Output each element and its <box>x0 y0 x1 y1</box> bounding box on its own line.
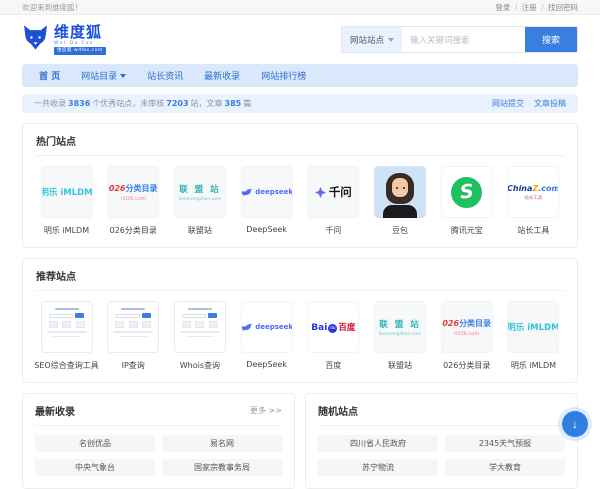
auth-links: 登录 / 注册 / 找回密码 <box>495 2 578 13</box>
list-item[interactable]: 2345天气预报 <box>445 435 565 452</box>
stats-bar: 一共收录3836个优秀站点，未审核7203站，文章385篇 网站提交 文章投稿 <box>22 94 578 113</box>
nav-item-latest[interactable]: 最新收录 <box>204 69 240 82</box>
qianwen-star-icon <box>315 187 326 198</box>
hot-sites-section: 热门站点 明乐 iMLDM 明乐 iMLDM 026分类目录 n026.com … <box>22 123 578 248</box>
hot-sites-title: 热门站点 <box>36 133 76 148</box>
search-bar: 网站站点 搜索 <box>341 26 578 53</box>
list-item[interactable]: 易名网 <box>162 435 282 452</box>
auth-separator: / <box>541 3 544 12</box>
submit-site-link[interactable]: 网站提交 <box>492 98 524 109</box>
sites-count: 3836 <box>68 99 90 108</box>
register-link[interactable]: 注册 <box>522 3 537 12</box>
webpage-thumbnail <box>107 301 159 353</box>
articles-count: 385 <box>225 99 242 108</box>
site-card-seo-tool[interactable]: SEO综合查询工具 <box>36 301 97 371</box>
nav-item-ranking[interactable]: 网站排行榜 <box>261 69 306 82</box>
recommended-sites-title: 推荐站点 <box>36 268 76 283</box>
recover-password-link[interactable]: 找回密码 <box>548 3 578 12</box>
site-card-mingle[interactable]: 明乐 iMLDM 明乐 iMLDM <box>503 301 564 371</box>
more-link[interactable]: 更多 >> <box>250 405 282 416</box>
doubao-avatar <box>374 166 426 218</box>
site-card-lianmengzhan[interactable]: 联 盟 站 lianmengzhan.com 联盟站 <box>169 166 230 236</box>
deepseek-logo: deepseek <box>241 301 293 353</box>
webpage-thumbnail <box>41 301 93 353</box>
o26-logo: 026分类目录 n026.com <box>107 166 159 218</box>
arrow-down-icon: ↓ <box>572 417 578 431</box>
welcome-text: 欢迎来到维度狐！ <box>22 2 82 13</box>
o26-logo: 026分类目录 n026.com <box>441 301 493 353</box>
recommended-sites-section: 推荐站点 SEO综合查询工具 IP查询 <box>22 258 578 383</box>
logo-title: 维度狐 <box>54 25 106 40</box>
mingle-logo: 明乐 iMLDM <box>41 166 93 218</box>
deepseek-logo: deepseek <box>241 166 293 218</box>
site-card-yuanbao[interactable]: S 腾讯元宝 <box>436 166 497 236</box>
site-header: 维度狐 Wei Du Fox 维度狐 wdfox.com 网站站点 搜索 <box>0 15 600 62</box>
list-item[interactable]: 苏宁物流 <box>318 459 438 476</box>
pending-count: 7203 <box>166 99 188 108</box>
lianmengzhan-logo: 联 盟 站 lianmengzhan.com <box>374 301 426 353</box>
random-sites-title: 随机站点 <box>318 403 358 418</box>
nav-item-home[interactable]: 首 页 <box>39 69 60 82</box>
main-nav: 首 页 网站目录 站长资讯 最新收录 网站排行榜 <box>22 64 578 87</box>
site-card-026[interactable]: 026分类目录 n026.com 026分类目录 <box>436 301 497 371</box>
random-sites-section: 随机站点 四川省人民政府 2345天气预报 苏宁物流 学大教育 <box>305 393 578 489</box>
nav-item-directory[interactable]: 网站目录 <box>81 69 126 82</box>
chevron-down-icon <box>388 38 394 42</box>
site-card-whois-query[interactable]: Whois查询 <box>169 301 230 371</box>
list-item[interactable]: 国家宗教事务局 <box>162 459 282 476</box>
logo-domain-badge: 维度狐 wdfox.com <box>54 47 106 55</box>
site-card-deepseek[interactable]: deepseek DeepSeek <box>236 166 297 236</box>
baidu-paw-icon: du <box>328 324 337 333</box>
site-card-chinaz[interactable]: ChinaZ.com 站长工具 站长工具 <box>503 166 564 236</box>
site-card-qianwen[interactable]: 千问 千问 <box>303 166 364 236</box>
search-button[interactable]: 搜索 <box>525 27 577 52</box>
search-category-dropdown[interactable]: 网站站点 <box>342 27 402 52</box>
list-item[interactable]: 中央气象台 <box>35 459 155 476</box>
submit-article-link[interactable]: 文章投稿 <box>534 98 566 109</box>
chevron-down-icon <box>120 74 126 78</box>
site-card-026[interactable]: 026分类目录 n026.com 026分类目录 <box>103 166 164 236</box>
site-card-doubao[interactable]: 豆包 <box>370 166 431 236</box>
logo-subtitle: Wei Du Fox <box>54 42 106 47</box>
auth-separator: / <box>515 3 518 12</box>
site-card-lianmengzhan[interactable]: 联 盟 站 lianmengzhan.com 联盟站 <box>370 301 431 371</box>
login-link[interactable]: 登录 <box>495 3 510 12</box>
lianmengzhan-logo: 联 盟 站 lianmengzhan.com <box>174 166 226 218</box>
nav-item-news[interactable]: 站长资讯 <box>147 69 183 82</box>
search-input[interactable] <box>402 27 525 52</box>
site-card-ip-query[interactable]: IP查询 <box>103 301 164 371</box>
site-logo[interactable]: 维度狐 Wei Du Fox 维度狐 wdfox.com <box>22 24 106 55</box>
whale-icon <box>241 322 254 332</box>
list-item[interactable]: 四川省人民政府 <box>318 435 438 452</box>
chinaz-logo: ChinaZ.com 站长工具 <box>507 166 559 218</box>
scroll-down-button[interactable]: ↓ <box>562 411 588 437</box>
webpage-thumbnail <box>174 301 226 353</box>
top-welcome-bar: 欢迎来到维度狐！ 登录 / 注册 / 找回密码 <box>0 0 600 15</box>
baidu-logo: Bai du 百度 <box>307 301 359 353</box>
yuanbao-logo: S <box>441 166 493 218</box>
qianwen-logo: 千问 <box>307 166 359 218</box>
list-item[interactable]: 名创优品 <box>35 435 155 452</box>
list-item[interactable]: 学大教育 <box>445 459 565 476</box>
site-card-mingle[interactable]: 明乐 iMLDM 明乐 iMLDM <box>36 166 97 236</box>
whale-icon <box>241 187 254 197</box>
site-card-baidu[interactable]: Bai du 百度 百度 <box>303 301 364 371</box>
site-card-deepseek[interactable]: deepseek DeepSeek <box>236 301 297 371</box>
latest-included-title: 最新收录 <box>35 403 75 418</box>
fox-logo-icon <box>22 24 49 55</box>
latest-included-section: 最新收录 更多 >> 名创优品 易名网 中央气象台 国家宗教事务局 <box>22 393 295 489</box>
stats-text: 一共收录3836个优秀站点，未审核7203站，文章385篇 <box>34 98 251 109</box>
mingle-logo: 明乐 iMLDM <box>507 301 559 353</box>
